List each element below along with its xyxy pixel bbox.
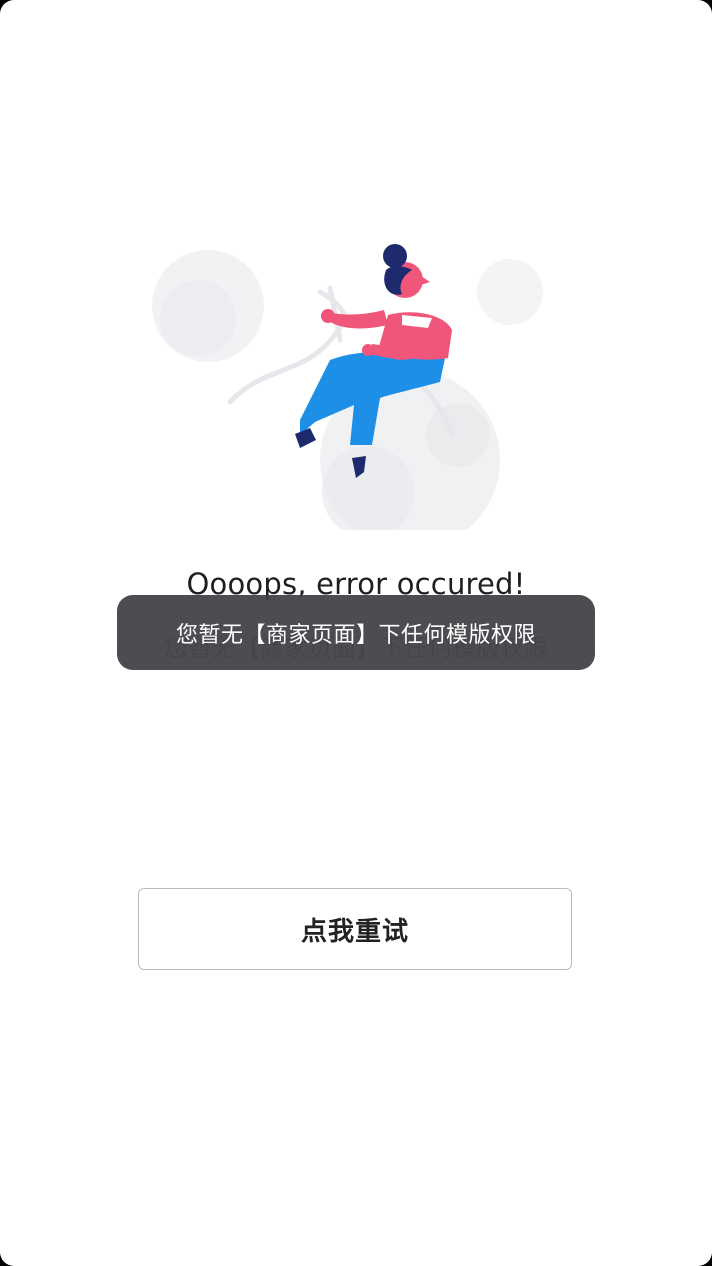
toast-message: 您暂无【商家页面】下任何模版权限 <box>117 595 595 670</box>
retry-button-label: 点我重试 <box>300 916 409 947</box>
error-screen: Oooops, error occured! 您暂无【商家页面】下任何模版权限 … <box>0 0 712 1266</box>
toast-text: 您暂无【商家页面】下任何模版权限 <box>175 622 536 648</box>
retry-button[interactable]: 点我重试 <box>138 888 572 970</box>
error-illustration <box>152 244 543 530</box>
